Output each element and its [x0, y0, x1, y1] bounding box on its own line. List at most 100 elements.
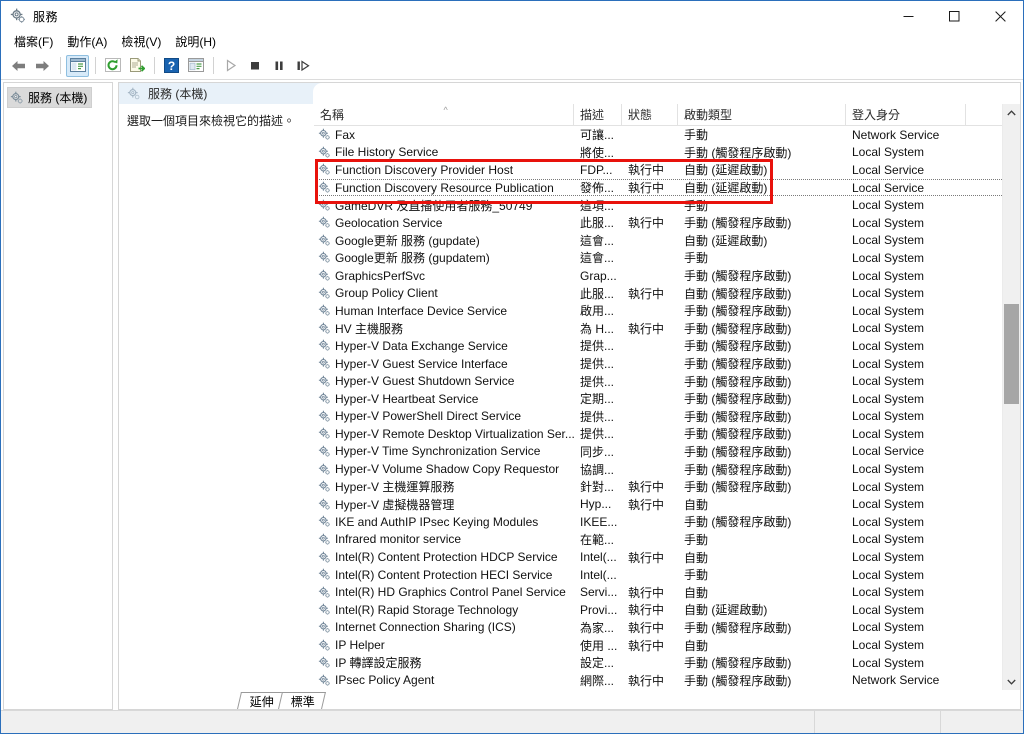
cell-log-on-as: Local System [852, 286, 925, 301]
scrollbar-thumb[interactable] [1004, 304, 1019, 404]
table-row[interactable]: Hyper-V Volume Shadow Copy Requestor 協調..… [314, 460, 1020, 478]
services-gear-icon [10, 8, 26, 24]
service-gear-icon [318, 251, 331, 264]
properties-icon[interactable] [184, 55, 207, 77]
console-tree-icon[interactable] [66, 54, 89, 77]
cell-log-on-as: Local System [852, 426, 925, 441]
table-row[interactable]: Hyper-V Guest Shutdown Service 提供... 手動 (觸… [314, 372, 1020, 390]
restart-icon[interactable] [291, 55, 314, 77]
column-header-description[interactable]: 描述 [574, 104, 622, 125]
cell-service-name: Intel(R) HD Graphics Control Panel Servi… [314, 585, 574, 599]
cell-service-name: Function Discovery Resource Publication [314, 181, 574, 195]
cell-description: Intel(... [580, 550, 617, 565]
service-name-label: IP Helper [335, 638, 385, 653]
cell-description: Hyp... [580, 497, 612, 512]
table-row[interactable]: File History Service 將使... 手動 (觸發程序啟動) Loca… [314, 144, 1020, 162]
table-row[interactable]: Google更新 服務 (gupdate) 這會... 自動 (延遲啟動) Local… [314, 232, 1020, 250]
pause-icon[interactable] [267, 55, 290, 77]
cell-log-on-as: Local Service [852, 444, 925, 459]
cell-service-name: Hyper-V 主機運算服務 [314, 478, 574, 495]
table-row[interactable]: GraphicsPerfSvc Grap... 手動 (觸發程序啟動) Local S… [314, 267, 1020, 285]
menu-file[interactable]: 檔案(F) [9, 31, 62, 52]
service-name-label: Hyper-V Guest Shutdown Service [335, 374, 515, 389]
service-gear-icon [318, 533, 331, 546]
table-row[interactable]: HV 主機服務 為 H... 執行中 手動 (觸發程序啟動) Local System [314, 320, 1020, 338]
cell-startup-type: 手動 (觸發程序啟動) [684, 409, 792, 424]
table-row[interactable]: Infrared monitor service 在範... 手動 Local Sys… [314, 531, 1020, 549]
export-list-icon[interactable] [125, 55, 148, 77]
minimize-icon[interactable] [885, 1, 931, 31]
cell-description: 使用 ... [580, 638, 618, 653]
forward-button[interactable] [31, 55, 54, 77]
maximize-icon[interactable] [931, 1, 977, 31]
table-row[interactable]: Hyper-V PowerShell Direct Service 提供... 手動… [314, 408, 1020, 426]
menu-action[interactable]: 動作(A) [62, 31, 116, 52]
menu-view[interactable]: 檢視(V) [116, 31, 170, 52]
cell-log-on-as: Local System [852, 145, 925, 160]
service-name-label: Geolocation Service [335, 215, 443, 230]
services-list: 名稱 ^ 描述 狀態 啟動類型 登入身分 Fax 可讓... 手動 Networ… [314, 104, 1020, 690]
service-name-label: Fax [335, 127, 356, 142]
cell-startup-type: 手動 (觸發程序啟動) [684, 392, 792, 407]
cell-service-name: Internet Connection Sharing (ICS) [314, 620, 574, 634]
column-header-description-label: 描述 [580, 108, 605, 122]
service-gear-icon [318, 568, 331, 581]
tab-standard[interactable]: 標準 [278, 692, 326, 709]
table-row[interactable]: Group Policy Client 此服... 執行中 自動 (觸發程序啟動) Lo… [314, 284, 1020, 302]
column-header-startup-type[interactable]: 啟動類型 [678, 104, 846, 125]
toolbar-separator [60, 57, 61, 74]
table-row[interactable]: Human Interface Device Service 啟用... 手動 (觸… [314, 302, 1020, 320]
table-row[interactable]: Intel(R) Content Protection HDCP Service… [314, 548, 1020, 566]
table-row[interactable]: Hyper-V Guest Service Interface 提供... 手動 (… [314, 355, 1020, 373]
tree-item-services-local[interactable]: 服務 (本機) [7, 87, 93, 108]
table-row[interactable]: IKE and AuthIP IPsec Keying Modules IKEE.… [314, 513, 1020, 531]
cell-startup-type: 自動 [684, 585, 709, 600]
cell-description: 發佈... [580, 181, 615, 196]
play-icon[interactable] [219, 55, 242, 77]
table-row[interactable]: GameDVR 及直播使用者服務_50749 這項... 手動 Local Syste… [314, 196, 1020, 214]
table-row[interactable]: Intel(R) Content Protection HECI Service… [314, 566, 1020, 584]
back-button[interactable] [7, 55, 30, 77]
table-row[interactable]: Hyper-V 主機運算服務 針對... 執行中 手動 (觸發程序啟動) Local S… [314, 478, 1020, 496]
table-row[interactable]: Function Discovery Resource Publication 發… [314, 178, 1020, 197]
help-question-icon[interactable]: ? [160, 55, 183, 77]
column-header-status[interactable]: 狀態 [622, 104, 678, 125]
cell-description: 同步... [580, 444, 615, 459]
table-row[interactable]: Geolocation Service 此服... 執行中 手動 (觸發程序啟動) Lo… [314, 214, 1020, 232]
service-name-label: Hyper-V Remote Desktop Virtualization Se… [335, 426, 574, 441]
table-row[interactable]: Hyper-V Time Synchronization Service 同步..… [314, 443, 1020, 461]
table-row[interactable]: Intel(R) Rapid Storage Technology Provi..… [314, 601, 1020, 619]
table-row[interactable]: IP 轉譯設定服務 設定... 手動 (觸發程序啟動) Local System [314, 654, 1020, 672]
cell-log-on-as: Network Service [852, 673, 940, 688]
details-pane-body: 選取一個項目來檢視它的描述。 名稱 ^ 描述 狀態 啟動類型 登入身分 Fax … [119, 104, 1020, 690]
table-row[interactable]: Hyper-V Data Exchange Service 提供... 手動 (觸發… [314, 337, 1020, 355]
table-row[interactable]: Intel(R) HD Graphics Control Panel Servi… [314, 583, 1020, 601]
table-row[interactable]: Hyper-V 虛擬機器管理 Hyp... 執行中 自動 Local System [314, 495, 1020, 513]
table-row[interactable]: Google更新 服務 (gupdatem) 這會... 手動 Local Syste… [314, 249, 1020, 267]
table-row[interactable]: Internet Connection Sharing (ICS) 為家... 執行… [314, 619, 1020, 637]
chevron-down-icon[interactable] [1003, 673, 1020, 690]
table-row[interactable]: IPsec Policy Agent 網際... 執行中 手動 (觸發程序啟動) Net… [314, 671, 1020, 689]
cell-startup-type: 手動 (觸發程序啟動) [684, 321, 792, 336]
service-name-label: Hyper-V Guest Service Interface [335, 356, 508, 371]
details-pane: 服務 (本機) 選取一個項目來檢視它的描述。 名稱 ^ 描述 狀態 啟動類型 登… [118, 82, 1021, 710]
cell-description: 針對... [580, 480, 615, 495]
table-row[interactable]: Fax 可讓... 手動 Network Service [314, 126, 1020, 144]
column-header-name[interactable]: 名稱 ^ [314, 104, 574, 125]
table-row[interactable]: Hyper-V Heartbeat Service 定期... 手動 (觸發程序啟動… [314, 390, 1020, 408]
close-icon[interactable] [977, 1, 1023, 31]
chevron-up-icon[interactable] [1003, 104, 1020, 121]
refresh-icon[interactable] [101, 55, 124, 77]
menu-help[interactable]: 說明(H) [170, 31, 225, 52]
cell-description: 這會... [580, 233, 615, 248]
cell-service-name: Hyper-V Remote Desktop Virtualization Se… [314, 427, 574, 441]
cell-service-name: IP Helper [314, 638, 574, 652]
table-row[interactable]: IP Helper 使用 ... 執行中 自動 Local System [314, 636, 1020, 654]
stop-icon[interactable] [243, 55, 266, 77]
cell-status: 執行中 [628, 321, 665, 336]
table-row[interactable]: Hyper-V Remote Desktop Virtualization Se… [314, 425, 1020, 443]
table-row[interactable]: Function Discovery Provider Host FDP... 執行… [314, 161, 1020, 179]
column-header-log-on-as[interactable]: 登入身分 [846, 104, 966, 125]
cell-service-name: GraphicsPerfSvc [314, 269, 574, 283]
vertical-scrollbar[interactable] [1002, 104, 1020, 690]
